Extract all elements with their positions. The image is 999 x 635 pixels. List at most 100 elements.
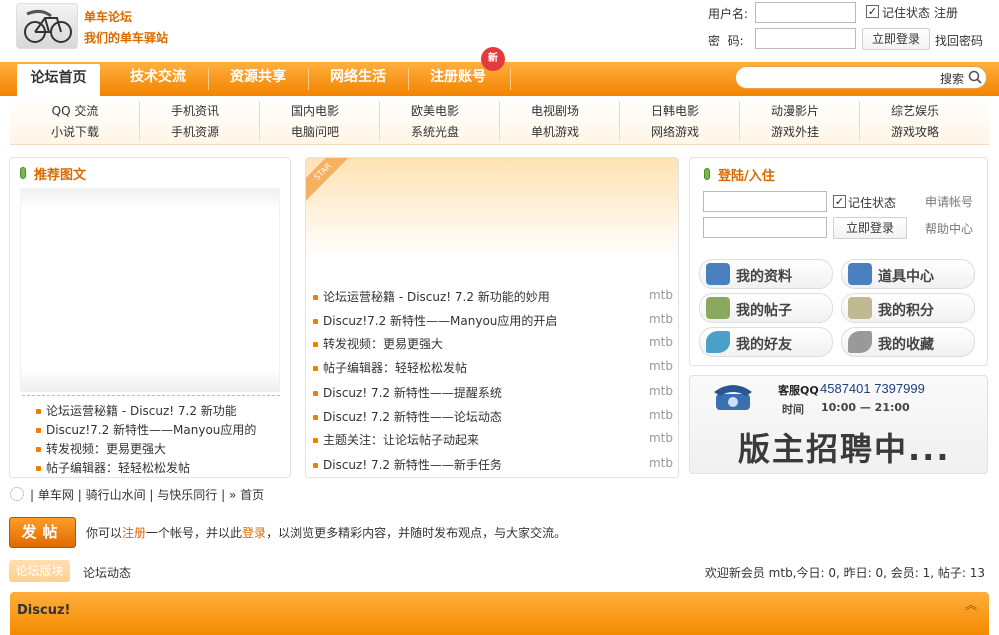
thread-row[interactable]: Discuz!7.2 新特性——Manyou应用的开启 mtb [313, 312, 673, 332]
recruit-ad[interactable]: 客服QQ 4587401 7397999 时间 10:00 — 21:00 版主… [689, 375, 988, 474]
breadcrumb-item[interactable]: 骑行山水间 [86, 488, 146, 502]
thread-row[interactable]: 论坛运营秘籍 - Discuz! 7.2 新功能的妙用 mtb [313, 288, 673, 308]
recommend-image[interactable] [20, 188, 280, 392]
button-label: 我的帖子 [736, 303, 792, 319]
category-link[interactable]: 电视剧场 [495, 101, 615, 121]
picture-icon [706, 297, 730, 319]
login-password-input[interactable] [703, 217, 827, 238]
search-icon[interactable] [968, 70, 982, 84]
tab-home[interactable]: 论坛首页 [17, 64, 100, 96]
category-link[interactable]: 电脑问吧 [255, 122, 375, 142]
tab-tech[interactable]: 技术交流 [115, 62, 201, 96]
category-link[interactable]: 网络游戏 [615, 122, 735, 142]
thread-title[interactable]: 论坛运营秘籍 - Discuz! 7.2 新功能的妙用 [323, 290, 550, 304]
thread-row[interactable]: Discuz! 7.2 新特性——提醒系统 mtb [313, 384, 673, 404]
thread-title[interactable]: Discuz! 7.2 新特性——新手任务 [323, 458, 502, 472]
notice-register-link[interactable]: 注册 [122, 526, 146, 540]
thread-author[interactable]: mtb [649, 456, 673, 470]
recommend-item[interactable]: 帖子编辑器：轻轻松松发帖 [36, 459, 190, 476]
tab-forum-boards[interactable]: 论坛版块 [9, 560, 70, 582]
category-link[interactable]: 日韩电影 [615, 101, 735, 121]
password-input[interactable] [755, 28, 856, 49]
new-post-button[interactable]: 发帖 [9, 517, 76, 548]
forum-stats: 欢迎新会员 mtb,今日: 0, 昨日: 0, 会员: 1, 帖子: 13 [704, 566, 985, 580]
breadcrumb-item[interactable]: 单车网 [38, 488, 74, 502]
tab-resources[interactable]: 资源共享 [215, 62, 301, 96]
tab-forum-activity[interactable]: 论坛动态 [83, 564, 131, 581]
my-profile-button[interactable]: 我的资料 [699, 259, 833, 289]
my-favorites-button[interactable]: 我的收藏 [841, 327, 975, 357]
forgot-password-link[interactable]: 找回密码 [935, 32, 983, 49]
thread-row[interactable]: Discuz! 7.2 新特性——论坛动态 mtb [313, 408, 673, 428]
search-label[interactable]: 搜索 [940, 70, 964, 87]
thread-title[interactable]: 帖子编辑器：轻轻松松发帖 [323, 361, 467, 375]
login-button[interactable]: 立即登录 [862, 28, 930, 50]
bullet-icon [36, 428, 41, 433]
thread-row[interactable]: 帖子编辑器：轻轻松松发帖 mtb [313, 359, 673, 379]
category-link[interactable]: 系统光盘 [375, 122, 495, 142]
my-points-button[interactable]: 我的积分 [841, 293, 975, 323]
category-link[interactable]: 手机资讯 [135, 101, 255, 121]
category-link[interactable]: 游戏攻略 [855, 122, 975, 142]
recommend-item-label: Discuz!7.2 新特性——Manyou应用的 [46, 423, 257, 437]
thread-author[interactable]: mtb [649, 384, 673, 398]
remember-checkbox[interactable]: ✓ [866, 5, 879, 18]
forum-section-title[interactable]: Discuz! [17, 603, 70, 618]
thread-author[interactable]: mtb [649, 312, 673, 326]
tab-net-life[interactable]: 网络生活 [315, 62, 401, 96]
thread-title[interactable]: Discuz! 7.2 新特性——提醒系统 [323, 386, 502, 400]
button-label: 道具中心 [878, 269, 934, 285]
recommend-item[interactable]: 论坛运营秘籍 - Discuz! 7.2 新功能 [36, 402, 237, 419]
thread-author[interactable]: mtb [649, 359, 673, 373]
thread-title[interactable]: 主题关注：让论坛帖子动起来 [323, 433, 479, 447]
login-remember-checkbox[interactable]: ✓ [833, 195, 846, 208]
category-link[interactable]: 手机资源 [135, 122, 255, 142]
notice-login-link[interactable]: 登录 [242, 526, 266, 540]
thread-author[interactable]: mtb [649, 408, 673, 422]
register-link[interactable]: 注册 [934, 4, 958, 21]
category-links: QQ 交流 手机资讯 国内电影 欧美电影 电视剧场 日韩电影 动漫影片 综艺娱乐… [10, 97, 989, 145]
category-link[interactable]: 游戏外挂 [735, 122, 855, 142]
breadcrumb-sep: | [30, 488, 38, 502]
thread-author[interactable]: mtb [649, 335, 673, 349]
subnav-divider [619, 101, 620, 141]
nav-divider [408, 68, 409, 90]
category-link[interactable]: 单机游戏 [495, 122, 615, 142]
login-remember-label: 记住状态 [848, 196, 897, 210]
button-label: 我的积分 [878, 303, 934, 319]
props-center-button[interactable]: 道具中心 [841, 259, 975, 289]
tab-label: 论坛首页 [30, 70, 87, 86]
username-input[interactable] [755, 2, 856, 23]
login-username-input[interactable] [703, 191, 827, 212]
breadcrumb-item[interactable]: 与快乐同行 [157, 488, 217, 502]
thread-title[interactable]: 转发视频：更易更强大 [323, 337, 443, 351]
thread-row[interactable]: 转发视频：更易更强大 mtb [313, 335, 673, 355]
thread-row[interactable]: 主题关注：让论坛帖子动起来 mtb [313, 431, 673, 451]
qq-label: 客服QQ [778, 384, 819, 397]
my-friends-button[interactable]: 我的好友 [699, 327, 833, 357]
thread-title[interactable]: Discuz!7.2 新特性——Manyou应用的开启 [323, 314, 557, 328]
thread-title[interactable]: Discuz! 7.2 新特性——论坛动态 [323, 410, 502, 424]
help-center-link[interactable]: 帮助中心 [925, 220, 973, 237]
button-label: 我的收藏 [878, 337, 934, 353]
thread-author[interactable]: mtb [649, 431, 673, 445]
category-link[interactable]: 综艺娱乐 [855, 101, 975, 121]
category-link[interactable]: 国内电影 [255, 101, 375, 121]
collapse-icon[interactable]: ︽ [965, 599, 977, 611]
recommend-item-label: 帖子编辑器：轻轻松松发帖 [46, 461, 191, 475]
my-posts-button[interactable]: 我的帖子 [699, 293, 833, 323]
category-link[interactable]: 动漫影片 [735, 101, 855, 121]
nav-divider [308, 68, 309, 90]
recommend-item[interactable]: Discuz!7.2 新特性——Manyou应用的 [36, 421, 256, 438]
apply-account-link[interactable]: 申请帐号 [925, 193, 973, 210]
thread-row[interactable]: Discuz! 7.2 新特性——新手任务 mtb [313, 456, 673, 476]
category-link[interactable]: 欧美电影 [375, 101, 495, 121]
site-logo[interactable] [16, 3, 78, 49]
category-link[interactable]: QQ 交流 [15, 101, 135, 121]
recruit-banner-text: 版主招聘中... [738, 430, 951, 468]
category-link[interactable]: 小说下载 [15, 122, 135, 142]
panel-login-button[interactable]: 立即登录 [833, 217, 907, 239]
thread-author[interactable]: mtb [649, 288, 673, 302]
home-icon[interactable] [10, 487, 24, 501]
recommend-item[interactable]: 转发视频：更易更强大 [36, 440, 166, 457]
